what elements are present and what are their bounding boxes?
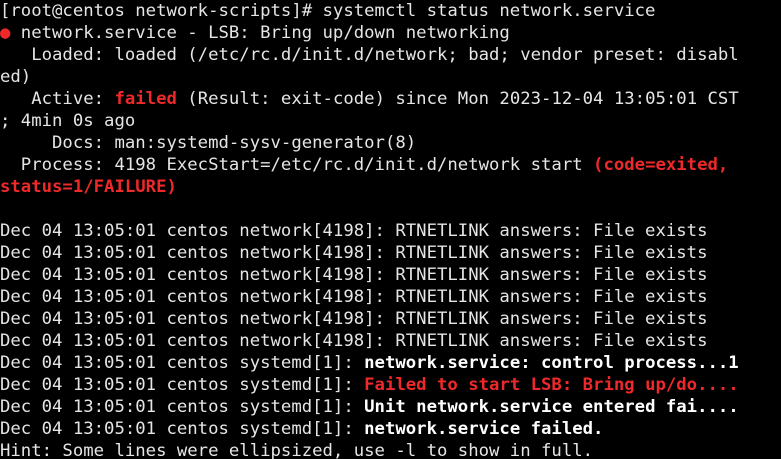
journal-log: Dec 04 13:05:01 centos network[4198]: RT… bbox=[0, 220, 781, 440]
process-exit-status: status=1/FAILURE) bbox=[0, 177, 177, 197]
log-line: Dec 04 13:05:01 centos network[4198]: RT… bbox=[0, 220, 781, 242]
log-line: Dec 04 13:05:01 centos systemd[1]: Faile… bbox=[0, 374, 781, 396]
active-line-wrap: ; 4min 0s ago bbox=[0, 111, 136, 131]
log-message: Unit network.service entered fai.... bbox=[364, 397, 739, 417]
log-message: Failed to start LSB: Bring up/do.... bbox=[364, 375, 739, 395]
active-state-failed: failed bbox=[114, 89, 177, 109]
log-line: Dec 04 13:05:01 centos network[4198]: RT… bbox=[0, 264, 781, 286]
log-line: Dec 04 13:05:01 centos network[4198]: RT… bbox=[0, 242, 781, 264]
log-message: RTNETLINK answers: File exists bbox=[395, 243, 708, 263]
log-line: Dec 04 13:05:01 centos systemd[1]: Unit … bbox=[0, 396, 781, 418]
process-line: Process: 4198 ExecStart=/etc/rc.d/init.d… bbox=[0, 154, 781, 176]
process-exit-code: (code=exited, bbox=[593, 155, 729, 175]
active-label: Active: bbox=[0, 89, 115, 109]
loaded-line-wrap: ed) bbox=[0, 67, 32, 87]
active-line: Active: failed (Result: exit-code) since… bbox=[0, 88, 781, 110]
log-message: RTNETLINK answers: File exists bbox=[395, 287, 708, 307]
command-line: [root@centos network-scripts]# systemctl… bbox=[0, 0, 781, 22]
docs-line: Docs: man:systemd-sysv-generator(8) bbox=[0, 133, 417, 153]
log-message: RTNETLINK answers: File exists bbox=[395, 309, 708, 329]
log-prefix: Dec 04 13:05:01 centos systemd[1]: bbox=[0, 375, 365, 395]
log-line: Dec 04 13:05:01 centos network[4198]: RT… bbox=[0, 308, 781, 330]
process-info: Process: 4198 ExecStart=/etc/rc.d/init.d… bbox=[0, 155, 594, 175]
log-line: Dec 04 13:05:01 centos network[4198]: RT… bbox=[0, 286, 781, 308]
log-prefix: Dec 04 13:05:01 centos systemd[1]: bbox=[0, 419, 365, 439]
loaded-line: Loaded: loaded (/etc/rc.d/init.d/network… bbox=[0, 45, 739, 65]
log-prefix: Dec 04 13:05:01 centos network[4198]: bbox=[0, 287, 396, 307]
log-prefix: Dec 04 13:05:01 centos network[4198]: bbox=[0, 331, 396, 351]
log-line: Dec 04 13:05:01 centos systemd[1]: netwo… bbox=[0, 418, 781, 440]
active-details: (Result: exit-code) since Mon 2023-12-04… bbox=[176, 89, 739, 109]
log-line: Dec 04 13:05:01 centos systemd[1]: netwo… bbox=[0, 352, 781, 374]
unit-title-line: ● network.service - LSB: Bring up/down n… bbox=[0, 22, 781, 44]
shell-prompt: [root@centos network-scripts]# bbox=[0, 1, 323, 21]
log-prefix: Dec 04 13:05:01 centos network[4198]: bbox=[0, 265, 396, 285]
log-message: network.service failed. bbox=[364, 419, 604, 439]
status-dot-icon: ● bbox=[0, 23, 11, 43]
log-prefix: Dec 04 13:05:01 centos network[4198]: bbox=[0, 243, 396, 263]
terminal-window[interactable]: [root@centos network-scripts]# systemctl… bbox=[0, 0, 781, 459]
log-message: network.service: control process...1 bbox=[364, 353, 739, 373]
log-message: RTNETLINK answers: File exists bbox=[395, 331, 708, 351]
log-prefix: Dec 04 13:05:01 centos network[4198]: bbox=[0, 221, 396, 241]
log-message: RTNETLINK answers: File exists bbox=[395, 265, 708, 285]
log-message: RTNETLINK answers: File exists bbox=[395, 221, 708, 241]
unit-title: network.service - LSB: Bring up/down net… bbox=[10, 23, 510, 43]
log-prefix: Dec 04 13:05:01 centos network[4198]: bbox=[0, 309, 396, 329]
log-prefix: Dec 04 13:05:01 centos systemd[1]: bbox=[0, 397, 365, 417]
hint-line: Hint: Some lines were ellipsized, use -l… bbox=[0, 441, 594, 459]
log-line: Dec 04 13:05:01 centos network[4198]: RT… bbox=[0, 330, 781, 352]
log-prefix: Dec 04 13:05:01 centos systemd[1]: bbox=[0, 353, 365, 373]
typed-command: systemctl status network.service bbox=[322, 1, 656, 21]
